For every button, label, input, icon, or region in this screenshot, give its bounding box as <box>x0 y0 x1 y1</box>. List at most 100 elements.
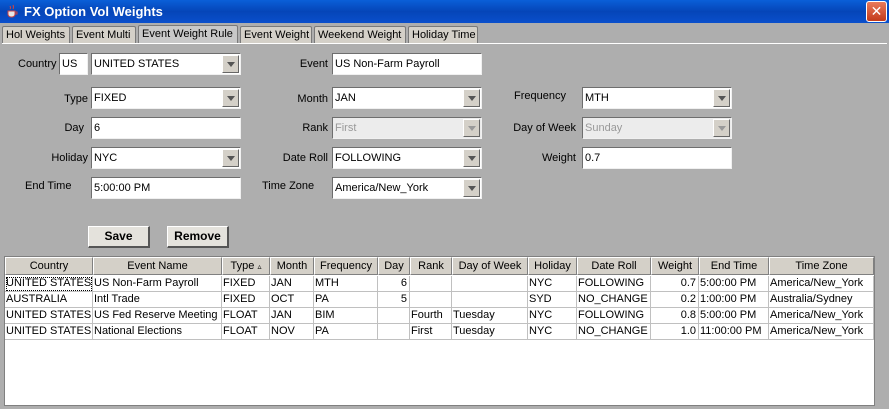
rank-select: First <box>332 117 482 139</box>
cell-weight[interactable]: 0.2 <box>651 292 699 308</box>
tab-weekend-weight[interactable]: Weekend Weight <box>314 26 406 44</box>
cell-frequency[interactable]: BIM <box>314 308 378 324</box>
cell-month[interactable]: OCT <box>270 292 314 308</box>
tab-event-weight-rule[interactable]: Event Weight Rule <box>138 25 238 44</box>
time-zone-select-value: America/New_York <box>335 182 429 194</box>
cell-day-of-week[interactable]: Tuesday <box>452 324 528 340</box>
chevron-down-icon[interactable] <box>222 149 239 167</box>
remove-button[interactable]: Remove <box>167 226 229 248</box>
col-header-type[interactable]: Type ▵ <box>222 257 270 275</box>
cell-day[interactable] <box>378 308 410 324</box>
tab-holiday-time[interactable]: Holiday Time <box>408 26 478 44</box>
cell-date-roll[interactable]: FOLLOWING <box>577 308 651 324</box>
cell-frequency[interactable]: PA <box>314 324 378 340</box>
cell-type[interactable]: FLOAT <box>222 308 270 324</box>
month-select-value: JAN <box>335 92 356 104</box>
cell-month[interactable]: JAN <box>270 308 314 324</box>
cell-frequency[interactable]: PA <box>314 292 378 308</box>
country-code-field[interactable]: US <box>59 53 88 75</box>
cell-event-name[interactable]: National Elections <box>93 324 222 340</box>
end-time-field[interactable]: 5:00:00 PM <box>91 177 241 199</box>
weight-field[interactable]: 0.7 <box>582 147 732 169</box>
cell-holiday[interactable]: NYC <box>528 324 577 340</box>
chevron-down-icon[interactable] <box>463 89 480 107</box>
col-header-rank[interactable]: Rank <box>410 257 452 275</box>
event-rules-table[interactable]: Country Event Name Type ▵ Month Frequenc… <box>4 256 875 406</box>
tab-event-weight[interactable]: Event Weight <box>240 26 312 44</box>
cell-day-of-week[interactable] <box>452 292 528 308</box>
tab-hol-weights[interactable]: Hol Weights <box>2 26 70 44</box>
cell-event-name[interactable]: Intl Trade <box>93 292 222 308</box>
col-header-day[interactable]: Day <box>378 257 410 275</box>
close-button[interactable]: ✕ <box>866 1 887 22</box>
cell-end-time[interactable]: 1:00:00 PM <box>699 292 769 308</box>
cell-date-roll[interactable]: NO_CHANGE <box>577 292 651 308</box>
cell-holiday[interactable]: SYD <box>528 292 577 308</box>
col-header-weight[interactable]: Weight <box>651 257 699 275</box>
cell-holiday[interactable]: NYC <box>528 308 577 324</box>
cell-end-time[interactable]: 11:00:00 PM <box>699 324 769 340</box>
cell-time-zone[interactable]: America/New_York <box>769 324 874 340</box>
date-roll-select[interactable]: FOLLOWING <box>332 147 482 169</box>
cell-month[interactable]: NOV <box>270 324 314 340</box>
col-header-end-time[interactable]: End Time <box>699 257 769 275</box>
col-header-country[interactable]: Country <box>5 257 93 275</box>
col-header-date-roll[interactable]: Date Roll <box>577 257 651 275</box>
cell-time-zone[interactable]: Australia/Sydney <box>769 292 874 308</box>
col-header-frequency[interactable]: Frequency <box>314 257 378 275</box>
frequency-select[interactable]: MTH <box>582 87 732 109</box>
holiday-select[interactable]: NYC <box>91 147 241 169</box>
country-select[interactable]: UNITED STATES <box>91 53 241 75</box>
cell-weight[interactable]: 0.7 <box>651 276 699 292</box>
col-header-holiday[interactable]: Holiday <box>528 257 577 275</box>
cell-weight[interactable]: 1.0 <box>651 324 699 340</box>
cell-end-time[interactable]: 5:00:00 PM <box>699 308 769 324</box>
month-label: Month <box>297 93 328 105</box>
cell-rank[interactable] <box>410 292 452 308</box>
cell-day[interactable] <box>378 324 410 340</box>
cell-weight[interactable]: 0.8 <box>651 308 699 324</box>
time-zone-select[interactable]: America/New_York <box>332 177 482 199</box>
cell-month[interactable]: JAN <box>270 276 314 292</box>
chevron-down-icon[interactable] <box>713 89 730 107</box>
month-select[interactable]: JAN <box>332 87 482 109</box>
day-of-week-select-value: Sunday <box>585 122 623 134</box>
cell-day[interactable]: 6 <box>378 276 410 292</box>
cell-end-time[interactable]: 5:00:00 PM <box>699 276 769 292</box>
chevron-down-icon[interactable] <box>463 179 480 197</box>
chevron-down-icon[interactable] <box>222 55 239 73</box>
cell-event-name[interactable]: US Non-Farm Payroll <box>93 276 222 292</box>
cell-country[interactable]: UNITED STATES <box>5 276 93 292</box>
cell-day-of-week[interactable] <box>452 276 528 292</box>
cell-time-zone[interactable]: America/New_York <box>769 276 874 292</box>
cell-day[interactable]: 5 <box>378 292 410 308</box>
chevron-down-icon[interactable] <box>463 149 480 167</box>
tab-event-multi[interactable]: Event Multi <box>72 26 136 44</box>
frequency-label: Frequency <box>514 90 566 102</box>
type-select[interactable]: FIXED <box>91 87 241 109</box>
cell-event-name[interactable]: US Fed Reserve Meeting <box>93 308 222 324</box>
cell-day-of-week[interactable]: Tuesday <box>452 308 528 324</box>
event-field[interactable]: US Non-Farm Payroll <box>332 53 482 75</box>
chevron-down-icon[interactable] <box>222 89 239 107</box>
col-header-month[interactable]: Month <box>270 257 314 275</box>
day-field[interactable]: 6 <box>91 117 241 139</box>
save-button[interactable]: Save <box>88 226 150 248</box>
cell-holiday[interactable]: NYC <box>528 276 577 292</box>
col-header-day-of-week[interactable]: Day of Week <box>452 257 528 275</box>
cell-time-zone[interactable]: America/New_York <box>769 308 874 324</box>
cell-type[interactable]: FIXED <box>222 276 270 292</box>
cell-rank[interactable]: Fourth <box>410 308 452 324</box>
cell-date-roll[interactable]: FOLLOWING <box>577 276 651 292</box>
cell-rank[interactable] <box>410 276 452 292</box>
cell-frequency[interactable]: MTH <box>314 276 378 292</box>
cell-country[interactable]: AUSTRALIA <box>5 292 93 308</box>
cell-rank[interactable]: First <box>410 324 452 340</box>
cell-country[interactable]: UNITED STATES <box>5 324 93 340</box>
cell-type[interactable]: FIXED <box>222 292 270 308</box>
cell-type[interactable]: FLOAT <box>222 324 270 340</box>
col-header-event-name[interactable]: Event Name <box>93 257 222 275</box>
col-header-time-zone[interactable]: Time Zone <box>769 257 874 275</box>
cell-country[interactable]: UNITED STATES <box>5 308 93 324</box>
cell-date-roll[interactable]: NO_CHANGE <box>577 324 651 340</box>
